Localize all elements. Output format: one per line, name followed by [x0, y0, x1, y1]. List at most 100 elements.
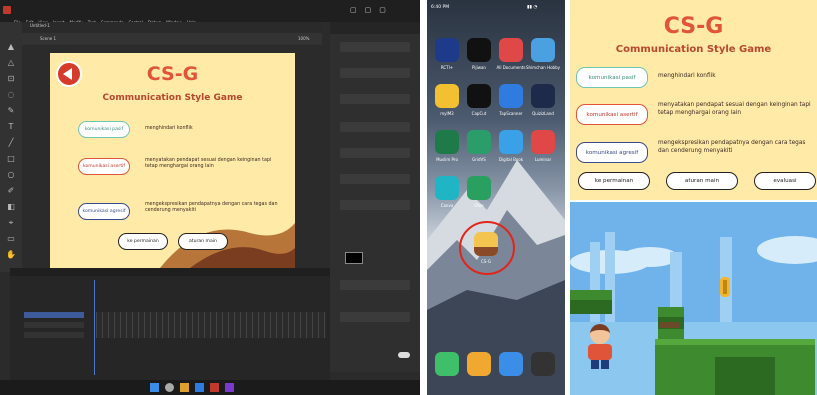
- toggle-switch[interactable]: [398, 352, 410, 358]
- timeline-header: [10, 268, 330, 276]
- play-button[interactable]: ke permainan: [118, 233, 168, 250]
- windows-taskbar: [0, 380, 420, 395]
- search-icon[interactable]: [165, 383, 174, 392]
- app-label: Luminar: [534, 157, 552, 162]
- game-menu-screen: CS-G Communication Style Game komunikasi…: [570, 0, 817, 200]
- status-icons: ▮▮ ◔: [527, 5, 538, 10]
- app-icon[interactable]: [467, 38, 491, 62]
- game-title-2: CS-G: [663, 14, 724, 39]
- color-swatch[interactable]: [345, 252, 363, 264]
- pen-tool-icon[interactable]: ✎: [6, 106, 16, 116]
- app-icon[interactable]: [435, 176, 459, 200]
- app-icon[interactable]: [499, 130, 523, 154]
- pill-passive[interactable]: komunikasi pasif: [78, 121, 130, 138]
- app-icon[interactable]: [435, 130, 459, 154]
- properties-panel: [330, 22, 420, 372]
- menu-bar: FileEditViewInsertModifyTextCommandsCont…: [0, 0, 420, 25]
- window-controls[interactable]: ▢▢▢: [350, 6, 410, 14]
- app-icon[interactable]: [225, 383, 234, 392]
- app-icon[interactable]: [531, 38, 555, 62]
- desc-passive: menghindari konflik: [145, 126, 193, 131]
- eraser-tool-icon[interactable]: ▭: [6, 234, 16, 244]
- edge-icon[interactable]: [195, 383, 204, 392]
- panel-row[interactable]: [340, 200, 410, 210]
- app-icon[interactable]: [467, 84, 491, 108]
- text-tool-icon[interactable]: T: [6, 122, 16, 132]
- zoom-level[interactable]: 100%: [298, 36, 309, 41]
- eyedropper-tool-icon[interactable]: ⌖: [6, 218, 16, 228]
- document-tab[interactable]: Untitled-1: [30, 23, 50, 28]
- game-title: CS-G: [146, 63, 199, 85]
- subselect-tool-icon[interactable]: △: [6, 58, 16, 68]
- app-icon[interactable]: [531, 130, 555, 154]
- start-icon[interactable]: [150, 383, 159, 392]
- properties-tabs[interactable]: [330, 22, 420, 34]
- pill-aggressive-2[interactable]: komunikasi agresif: [576, 142, 648, 163]
- desc-passive-2: menghindari konflik: [658, 73, 716, 79]
- desc-assertive-2: menyatakan pendapat sesuai dengan keingi…: [658, 102, 811, 116]
- layer-row[interactable]: [24, 332, 84, 338]
- app-label: GridVS: [472, 157, 486, 162]
- transform-tool-icon[interactable]: ⊡: [6, 74, 16, 84]
- panel-row[interactable]: [340, 68, 410, 78]
- play-button-2[interactable]: ke permainan: [578, 172, 650, 190]
- layer-row-selected[interactable]: [24, 312, 84, 318]
- app-label: Pijiwan: [472, 65, 486, 70]
- stage-canvas[interactable]: CS-G Communication Style Game komunikasi…: [50, 53, 295, 268]
- app-label: myIM3: [440, 111, 454, 116]
- app-icon[interactable]: [435, 38, 459, 62]
- document-tab-bar: Untitled-1: [22, 22, 322, 32]
- selection-tool-icon[interactable]: ▲: [6, 42, 16, 52]
- edit-bar: Scene 1 100%: [22, 33, 322, 45]
- app-icon[interactable]: [499, 38, 523, 62]
- panel-row[interactable]: [340, 174, 410, 184]
- evaluation-button[interactable]: evaluasi: [754, 172, 816, 190]
- panel-row[interactable]: [340, 94, 410, 104]
- oval-tool-icon[interactable]: ○: [6, 170, 16, 180]
- app-label: QuizizLand: [532, 111, 554, 116]
- pill-assertive-2[interactable]: komunikasi asertif: [576, 104, 648, 125]
- layer-row[interactable]: [24, 322, 84, 328]
- player-character: [586, 324, 614, 369]
- app-icon[interactable]: [499, 84, 523, 108]
- brush-tool-icon[interactable]: ✐: [6, 186, 16, 196]
- scene-label[interactable]: Scene 1: [40, 36, 56, 41]
- animate-icon[interactable]: [210, 383, 219, 392]
- desc-assertive: menyatakan pendapat sesuai dengan keingi…: [145, 158, 272, 170]
- panel-row[interactable]: [340, 312, 410, 322]
- app-icon[interactable]: [467, 130, 491, 154]
- folder-icon[interactable]: [180, 383, 189, 392]
- rules-button[interactable]: aturan main: [178, 233, 228, 250]
- dock-app-icon[interactable]: [435, 352, 459, 376]
- app-label: RCTI+: [440, 65, 454, 70]
- panel-row[interactable]: [340, 122, 410, 132]
- hand-tool-icon[interactable]: ✋: [6, 250, 16, 260]
- dock-app-icon[interactable]: [467, 352, 491, 376]
- pill-passive-2[interactable]: komunikasi pasif: [576, 67, 648, 88]
- app-label: Muslim Pro: [436, 157, 458, 162]
- app-label: CapCut: [471, 111, 487, 116]
- dock-app-icon[interactable]: [531, 352, 555, 376]
- highlight-circle: [459, 221, 515, 275]
- panel-row[interactable]: [340, 280, 410, 290]
- rules-button-2[interactable]: aturan main: [666, 172, 738, 190]
- dock-app-icon[interactable]: [499, 352, 523, 376]
- app-label: TapScanner: [499, 111, 523, 116]
- phone-home-screen: 6:40 PM ▮▮ ◔ RCTI+ Pijiwan All Documents Sh…: [427, 0, 565, 395]
- pill-assertive[interactable]: komunikasi asertif: [78, 158, 130, 175]
- desc-aggressive-2: mengekspresikan pendapatnya dengan cara …: [658, 140, 806, 154]
- game-subtitle: Communication Style Game: [102, 93, 243, 103]
- paint-bucket-tool-icon[interactable]: ◧: [6, 202, 16, 212]
- tools-panel: ▲ △ ⊡ ◌ ✎ T ╱ □ ○ ✐ ◧ ⌖ ▭ ✋: [0, 22, 22, 272]
- app-icon[interactable]: [531, 84, 555, 108]
- rectangle-tool-icon[interactable]: □: [6, 154, 16, 164]
- app-icon[interactable]: [435, 84, 459, 108]
- panel-row[interactable]: [340, 148, 410, 158]
- panel-row[interactable]: [340, 42, 410, 52]
- frames-grid[interactable]: [96, 312, 326, 338]
- line-tool-icon[interactable]: ╱: [6, 138, 16, 148]
- app-icon[interactable]: [467, 176, 491, 200]
- playhead[interactable]: [94, 280, 95, 375]
- lasso-tool-icon[interactable]: ◌: [6, 90, 16, 100]
- app-label: Shimchan Hobby: [526, 65, 560, 70]
